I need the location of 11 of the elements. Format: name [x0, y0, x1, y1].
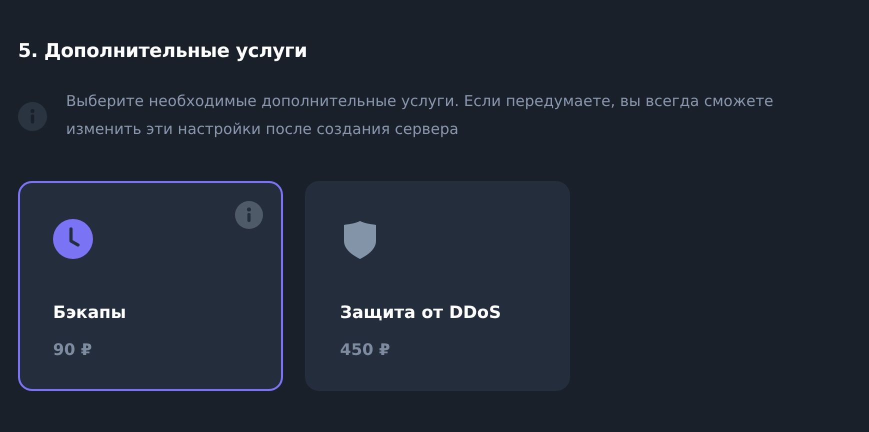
service-price: 450 ₽ [340, 339, 390, 362]
clock-icon [53, 218, 93, 259]
hint-text: Выберите необходимые дополнительные услуги. Если передумаете, вы всегда сможете изменить эти настройки после создания сервера [66, 90, 774, 140]
info-icon [18, 102, 47, 131]
service-name: Защита от DDoS [340, 302, 502, 325]
info-icon[interactable] [235, 200, 263, 229]
section-title: 5. Дополнительные услуги [18, 40, 308, 63]
service-card[interactable]: Защита от DDoS 450 ₽ [305, 180, 570, 391]
service-price: 90 ₽ [53, 339, 92, 362]
service-name: Бэкапы [53, 302, 126, 325]
service-card[interactable]: Бэкапы 90 ₽ [18, 180, 283, 391]
